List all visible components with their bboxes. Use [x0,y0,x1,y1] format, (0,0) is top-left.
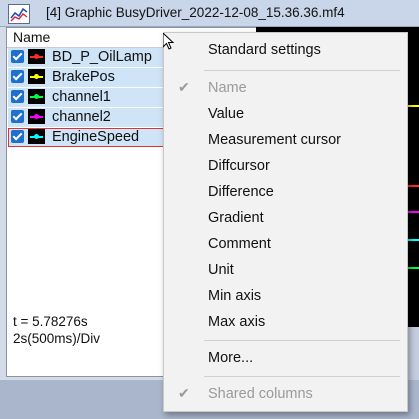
menu-item-min-axis[interactable]: Min axis [164,284,407,310]
signal-label: BD_P_OilLamp [52,49,152,65]
menu-item-label: Comment [208,236,271,252]
menu-item-standard-settings[interactable]: Standard settings [164,38,407,64]
menu-item-label: Diffcursor [208,158,270,174]
signal-checkbox[interactable] [11,130,24,143]
menu-item-value[interactable]: Value [164,102,407,128]
menu-item-max-axis[interactable]: Max axis [164,310,407,336]
menu-separator [204,340,400,341]
menu-item-label: Max axis [208,314,266,330]
menu-item-label: Shared columns [208,386,313,402]
cursor-time-readout: t = 5.78276s [13,314,88,329]
signal-checkbox[interactable] [11,50,24,63]
mouse-pointer-icon [163,33,175,50]
signal-marker-icon [34,114,39,119]
checkmark-icon: ✔ [178,385,190,401]
time-status: t = 5.78276s 2s(500ms)/Div [13,313,100,347]
signal-marker-icon [34,54,39,59]
signal-color-swatch [28,49,45,64]
menu-separator [204,70,400,71]
signal-color-swatch [28,129,45,144]
menu-item-label: Unit [208,262,234,278]
window-title: [4] Graphic BusyDriver_2022-12-08_15.36.… [46,5,345,20]
signal-label: channel2 [52,109,111,125]
menu-item-difference[interactable]: Difference [164,180,407,206]
menu-item-label: Gradient [208,210,264,226]
menu-item-label: Value [208,106,245,122]
signal-marker-icon [34,134,39,139]
signal-checkbox[interactable] [11,90,24,103]
menu-item-diffcursor[interactable]: Diffcursor [164,154,407,180]
signal-label: BrakePos [52,69,115,85]
menu-item-measurement-cursor[interactable]: Measurement cursor [164,128,407,154]
signal-color-swatch [28,69,45,84]
signal-checkbox[interactable] [11,110,24,123]
menu-item-label: Name [208,80,247,96]
signal-marker-icon [34,94,39,99]
menu-item-label: Standard settings [208,42,321,58]
column-context-menu: Standard settings ✔ Name Value Measureme… [163,32,408,412]
signal-label: EngineSpeed [52,129,140,145]
time-per-div-readout: 2s(500ms)/Div [13,331,101,346]
name-column-header-label: Name [13,29,51,45]
graphic-window-icon [8,4,30,24]
menu-item-more[interactable]: More... [164,346,407,372]
menu-item-name: ✔ Name [164,76,407,102]
menu-item-gradient[interactable]: Gradient [164,206,407,232]
menu-item-comment[interactable]: Comment [164,232,407,258]
menu-item-label: More... [208,350,254,366]
menu-item-unit[interactable]: Unit [164,258,407,284]
menu-item-label: Measurement cursor [208,132,341,148]
window-titlebar[interactable]: [4] Graphic BusyDriver_2022-12-08_15.36.… [0,0,419,27]
checkmark-icon: ✔ [178,79,190,95]
menu-separator [204,376,400,377]
menu-item-shared-columns: ✔ Shared columns [164,382,407,408]
signal-color-swatch [28,109,45,124]
menu-item-label: Min axis [208,288,262,304]
signal-marker-icon [34,74,39,79]
menu-item-label: Difference [208,184,274,200]
signal-label: channel1 [52,89,111,105]
signal-checkbox[interactable] [11,70,24,83]
signal-color-swatch [28,89,45,104]
